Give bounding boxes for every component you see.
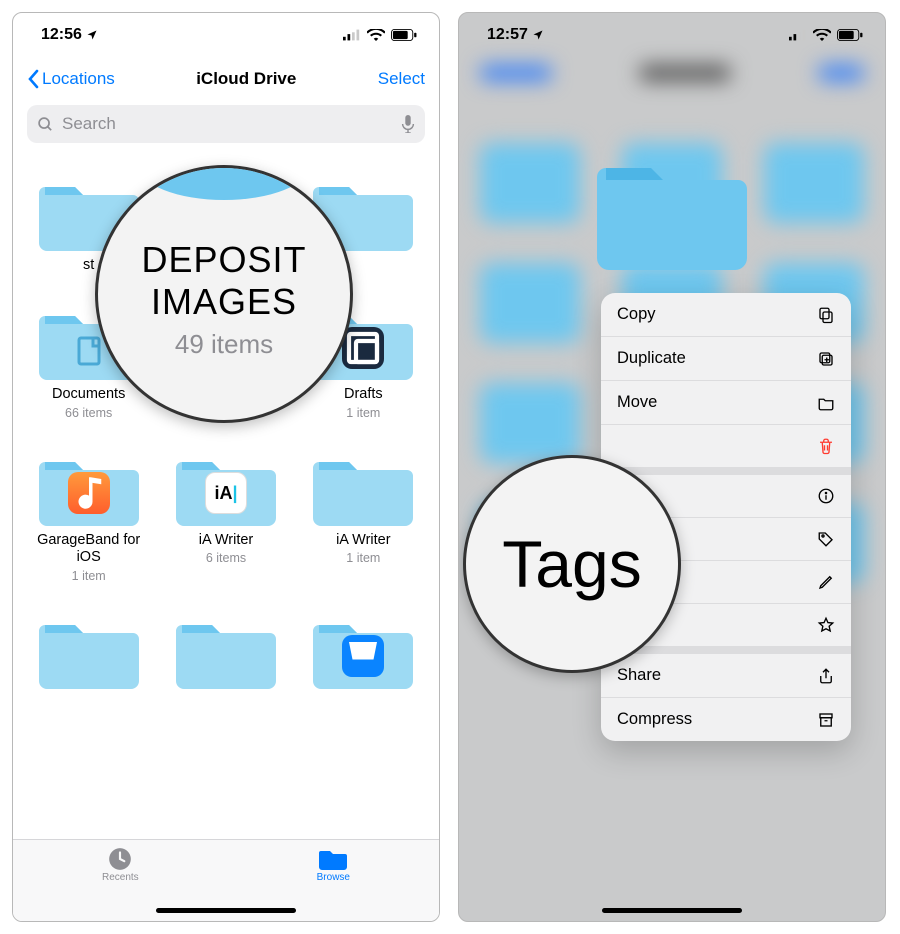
callout-line2: IMAGES bbox=[151, 281, 297, 323]
folder-name: Drafts bbox=[344, 386, 383, 403]
pencil-icon bbox=[817, 573, 835, 591]
tab-label: Browse bbox=[317, 872, 350, 883]
duplicate-icon bbox=[817, 350, 835, 368]
folder-sub: 6 items bbox=[206, 551, 246, 565]
folder-name: iA Writer bbox=[199, 532, 254, 549]
menu-delete[interactable] bbox=[601, 425, 851, 468]
tab-browse[interactable]: Browse bbox=[317, 846, 350, 921]
share-icon bbox=[817, 667, 835, 685]
battery-icon bbox=[391, 29, 417, 41]
folder-garageband[interactable]: GarageBand for iOS 1 item bbox=[25, 448, 152, 583]
menu-separator bbox=[601, 468, 851, 475]
context-folder-preview[interactable] bbox=[597, 153, 747, 271]
menu-duplicate[interactable]: Duplicate bbox=[601, 337, 851, 381]
location-icon bbox=[86, 29, 98, 41]
chevron-left-icon bbox=[27, 69, 39, 89]
status-bar: 12:57 bbox=[459, 13, 885, 57]
mic-icon[interactable] bbox=[401, 115, 415, 133]
menu-label: Share bbox=[617, 666, 661, 685]
back-button[interactable]: Locations bbox=[27, 69, 115, 89]
menu-copy[interactable]: Copy bbox=[601, 293, 851, 337]
folder-icon bbox=[319, 846, 347, 872]
folder-item[interactable] bbox=[162, 611, 289, 689]
wifi-icon bbox=[367, 29, 385, 41]
archive-icon bbox=[817, 711, 835, 729]
tab-recents[interactable]: Recents bbox=[102, 846, 139, 921]
folder-name: iA Writer bbox=[336, 532, 391, 549]
status-icons bbox=[343, 29, 417, 41]
folder-sub: 66 items bbox=[65, 406, 112, 420]
clock-icon bbox=[107, 846, 133, 872]
callout-deposit: DEPOSIT IMAGES 49 items bbox=[95, 165, 353, 423]
callout-text: Tags bbox=[502, 526, 641, 602]
folder-iawriter-1[interactable]: iA| iA Writer 6 items bbox=[162, 448, 289, 583]
folder-icon bbox=[817, 394, 835, 412]
folder-name: GarageBand for iOS bbox=[25, 532, 152, 567]
folder-sub: 1 item bbox=[346, 406, 380, 420]
menu-label: Compress bbox=[617, 710, 692, 729]
folder-keynote[interactable] bbox=[300, 611, 427, 689]
folder-sub: 1 item bbox=[72, 569, 106, 583]
copy-icon bbox=[817, 306, 835, 324]
cellular-icon bbox=[343, 29, 361, 41]
folder-item[interactable] bbox=[25, 611, 152, 689]
folder-name: st bbox=[83, 257, 94, 274]
home-indicator[interactable] bbox=[602, 908, 742, 913]
callout-line1: DEPOSIT bbox=[141, 239, 306, 281]
info-icon bbox=[817, 487, 835, 505]
tag-icon bbox=[817, 530, 835, 548]
battery-icon bbox=[837, 29, 863, 41]
menu-compress[interactable]: Compress bbox=[601, 698, 851, 741]
search-input[interactable] bbox=[60, 113, 401, 135]
status-bar: 12:56 bbox=[13, 13, 439, 57]
nav-bar: Locations iCloud Drive Select bbox=[13, 57, 439, 101]
folder-iawriter-2[interactable]: iA Writer 1 item bbox=[300, 448, 427, 583]
wifi-icon bbox=[813, 29, 831, 41]
callout-tags: Tags bbox=[463, 455, 681, 673]
phone-left: 12:56 Locations iCloud Drive Select st bbox=[12, 12, 440, 922]
trash-icon bbox=[817, 437, 835, 455]
star-icon bbox=[817, 616, 835, 634]
search-icon bbox=[37, 116, 54, 133]
search-bar[interactable] bbox=[27, 105, 425, 143]
menu-label: Duplicate bbox=[617, 349, 686, 368]
menu-move[interactable]: Move bbox=[601, 381, 851, 425]
menu-label: Move bbox=[617, 393, 657, 412]
callout-sub: 49 items bbox=[175, 329, 273, 360]
home-indicator[interactable] bbox=[156, 908, 296, 913]
select-button[interactable]: Select bbox=[378, 69, 425, 89]
folder-sub: 1 item bbox=[346, 551, 380, 565]
menu-share[interactable]: Share bbox=[601, 654, 851, 698]
tab-label: Recents bbox=[102, 872, 139, 883]
location-icon bbox=[532, 29, 544, 41]
folder-name: Documents bbox=[52, 386, 125, 403]
phone-right: 12:57 Copy Duplicate Move bbox=[458, 12, 886, 922]
status-time: 12:57 bbox=[487, 26, 528, 44]
back-label: Locations bbox=[42, 69, 115, 89]
status-time: 12:56 bbox=[41, 26, 82, 44]
cellular-icon bbox=[789, 29, 807, 41]
menu-label: Copy bbox=[617, 305, 656, 324]
status-icons bbox=[789, 29, 863, 41]
nav-title: iCloud Drive bbox=[196, 69, 296, 89]
